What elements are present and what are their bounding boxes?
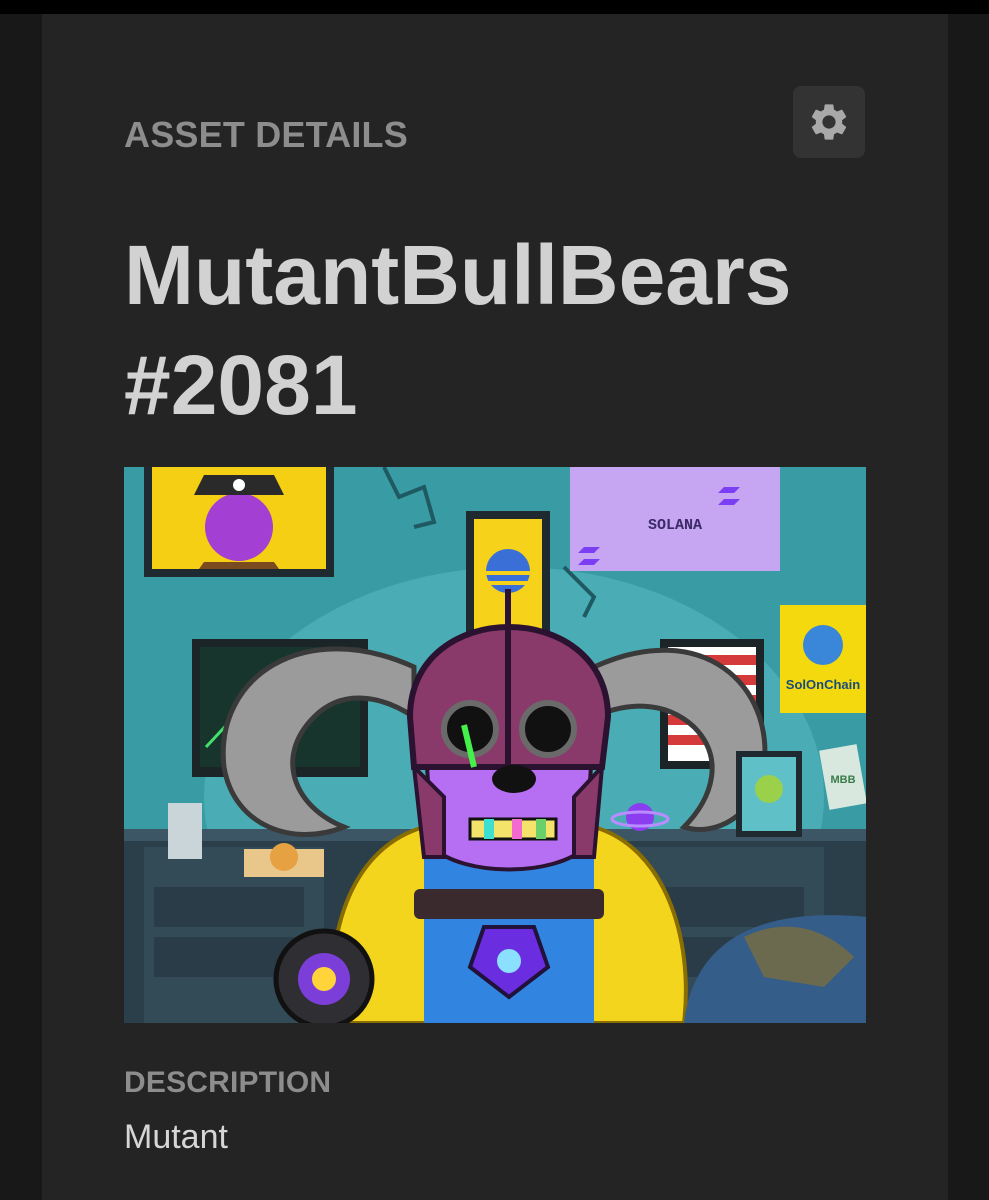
pirate-portrait	[144, 467, 334, 577]
description-value: Mutant	[124, 1118, 228, 1156]
status-bar-strip	[0, 0, 989, 14]
description-label: DESCRIPTION	[124, 1066, 332, 1099]
solana-poster: SOLANA	[570, 467, 780, 571]
asset-details-panel: ASSET DETAILS MutantBullBears #2081 SOLA…	[42, 14, 948, 1200]
solonchain-sign: SolOnChain	[780, 605, 866, 713]
gear-icon	[811, 104, 847, 140]
asset-image: SOLANA SolOnChain MBB	[124, 467, 866, 1023]
asset-title: MutantBullBears #2081	[124, 228, 792, 432]
svg-text:SOLANA: SOLANA	[648, 517, 702, 534]
svg-text:MBB: MBB	[830, 774, 855, 786]
svg-text:SolOnChain: SolOnChain	[786, 677, 860, 692]
settings-button[interactable]	[793, 86, 865, 158]
section-heading: ASSET DETAILS	[124, 114, 408, 155]
